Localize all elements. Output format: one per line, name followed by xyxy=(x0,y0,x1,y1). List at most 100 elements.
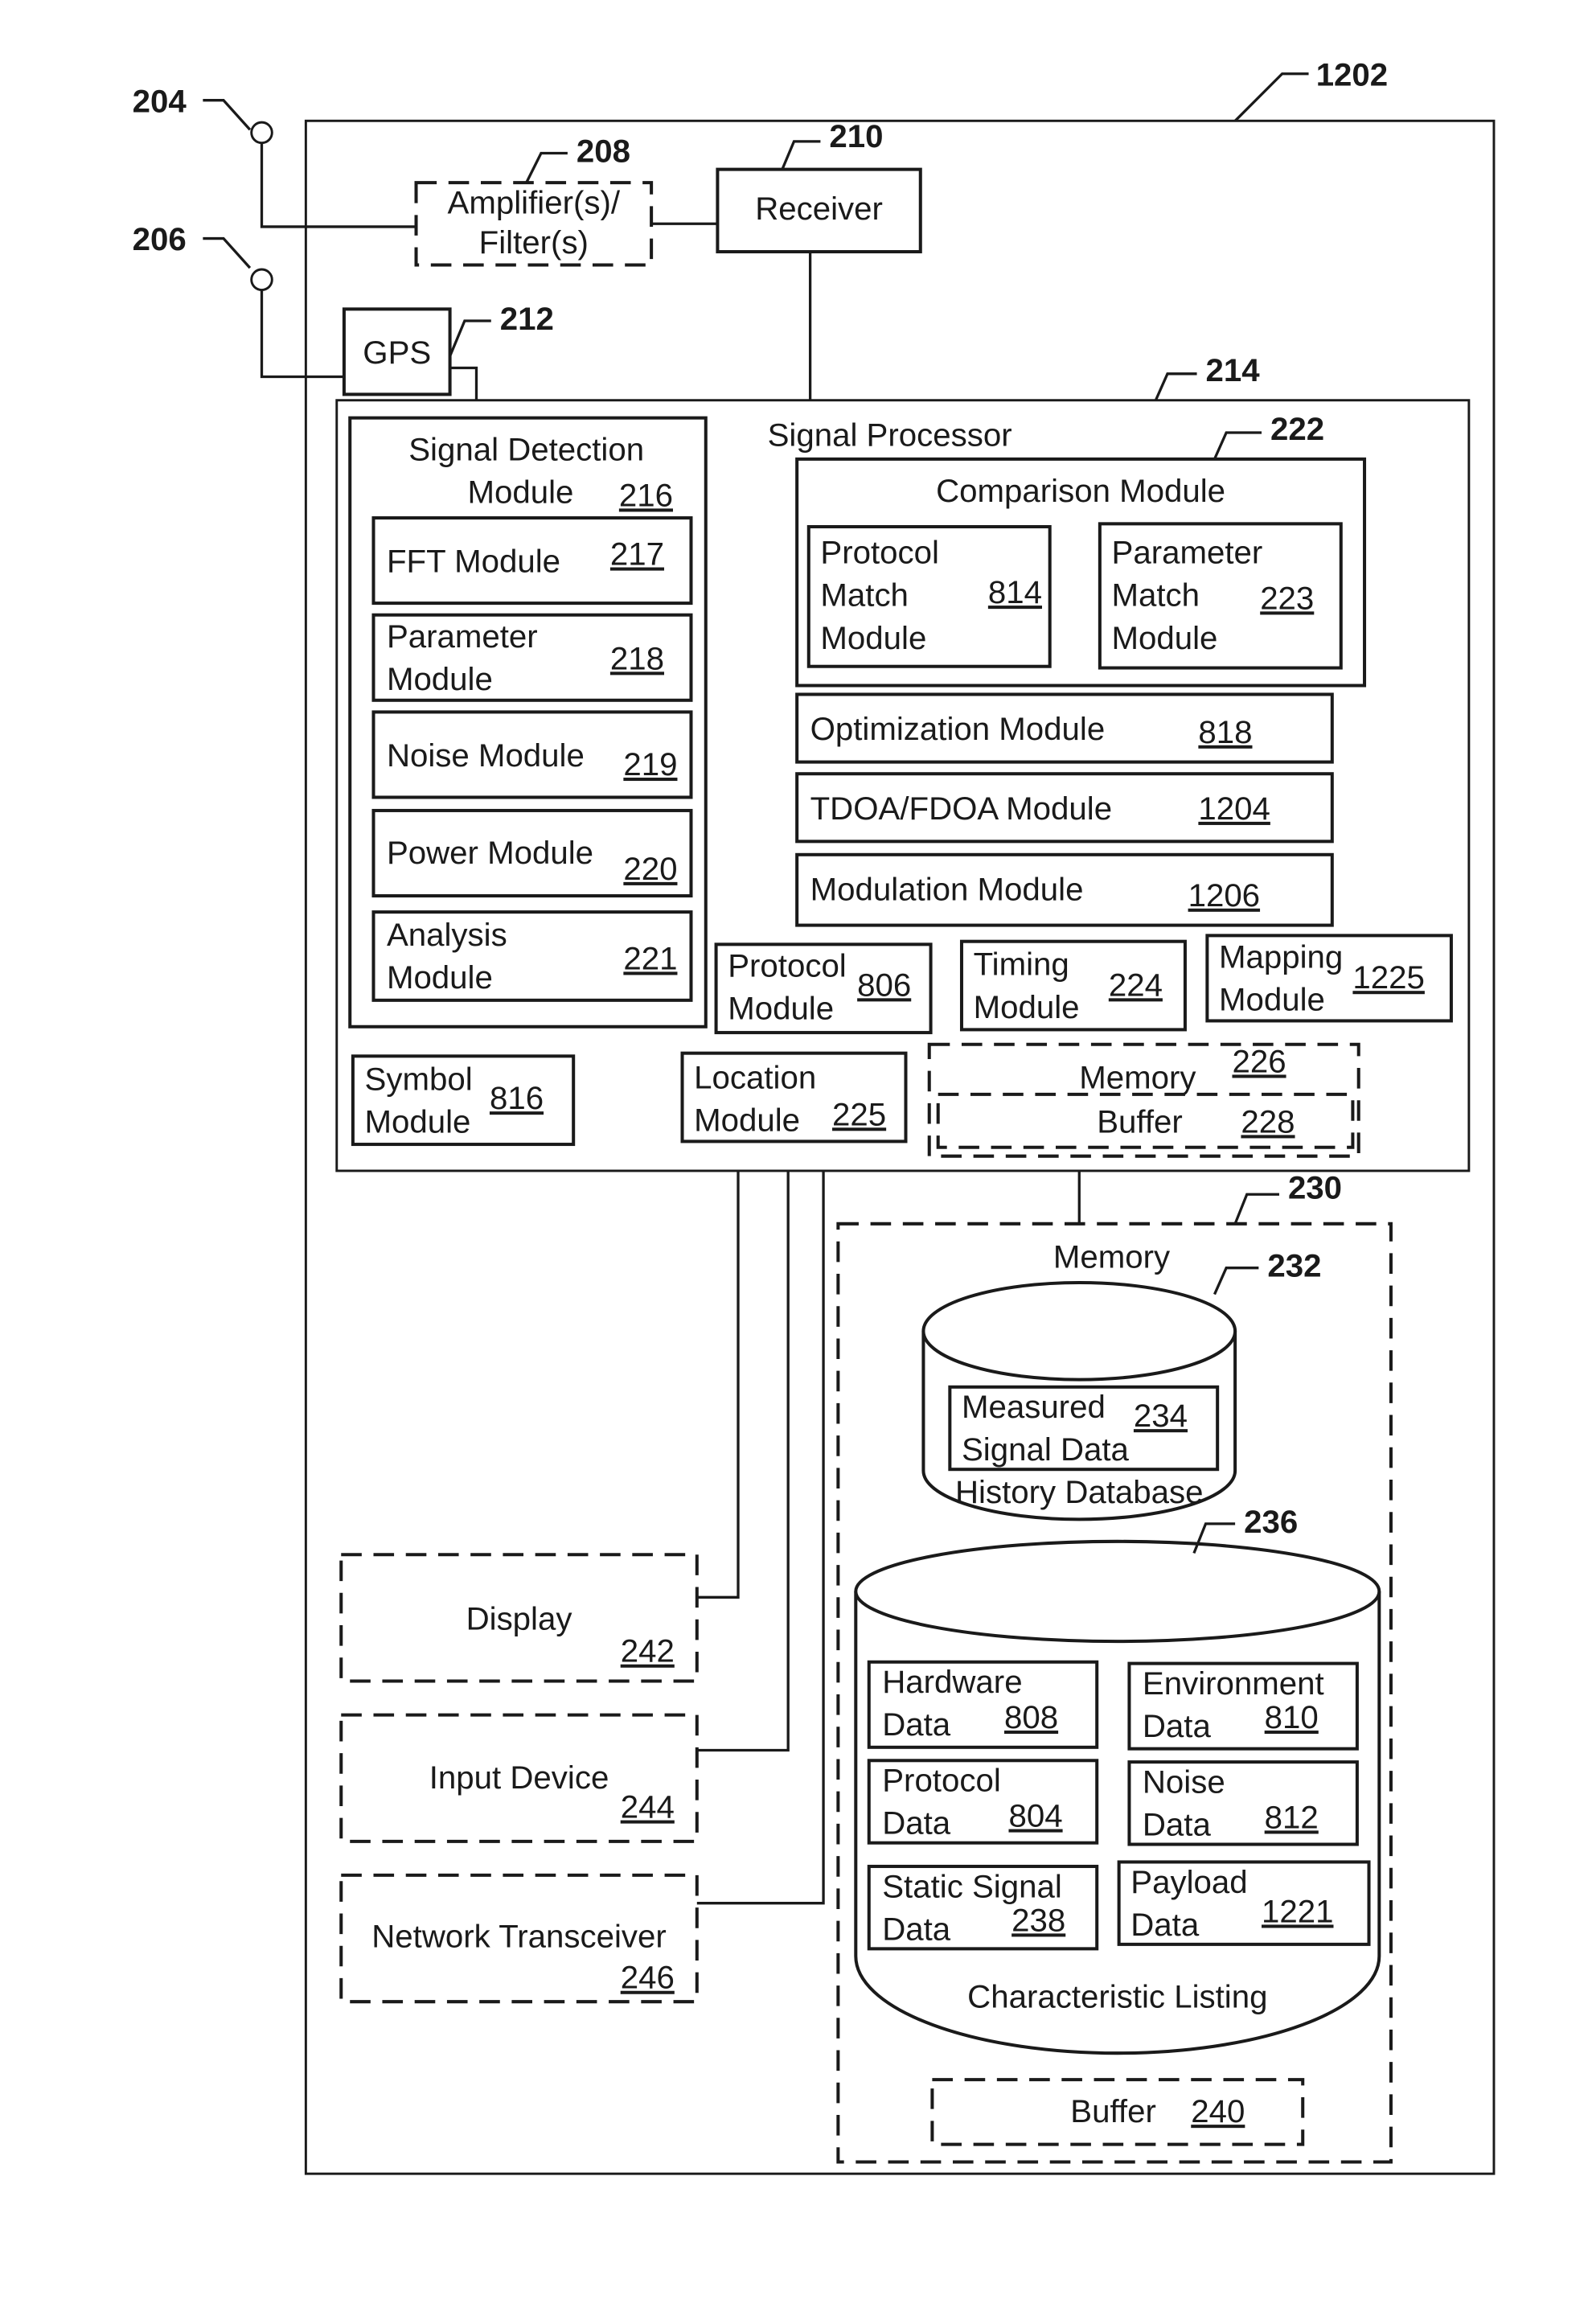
callout-230: 230 xyxy=(1288,1170,1342,1206)
parameter-match-label-2: Match xyxy=(1112,577,1200,614)
fft-module-label: FFT Module xyxy=(387,544,560,580)
payload-data-label-2: Data xyxy=(1130,1907,1200,1943)
symbol-module-label-2: Module xyxy=(365,1103,471,1139)
timing-module-ref: 224 xyxy=(1109,967,1163,1003)
protocol-module-label-2: Module xyxy=(728,991,834,1027)
protocol-data-label-2: Data xyxy=(882,1805,951,1842)
parameter-module-ref: 218 xyxy=(610,640,664,676)
modulation-module-label: Modulation Module xyxy=(810,871,1084,907)
antenna-206-wire xyxy=(260,289,344,379)
buffer-240-ref: 240 xyxy=(1191,2093,1245,2129)
antenna-204-wire xyxy=(260,142,415,228)
amplifier-leader xyxy=(525,151,568,183)
parameter-match-label-1: Parameter xyxy=(1112,535,1263,571)
amplifier-label-1: Amplifier(s)/ xyxy=(448,184,621,220)
network-transceiver-ref: 246 xyxy=(621,1960,675,1996)
amplifier-label-2: Filter(s) xyxy=(479,224,589,261)
history-db-label: History Database xyxy=(955,1474,1203,1510)
protocol-module-ref: 806 xyxy=(857,967,911,1003)
input-device-ref: 244 xyxy=(621,1789,675,1825)
timing-module-label-1: Timing xyxy=(974,946,1069,983)
receiver-leader xyxy=(781,140,821,170)
callout-1202: 1202 xyxy=(1316,56,1388,92)
power-module-label: Power Module xyxy=(387,835,593,871)
hardware-data-label-2: Data xyxy=(882,1706,951,1743)
callout-204: 204 xyxy=(133,83,187,119)
callout-236: 236 xyxy=(1244,1504,1298,1540)
callout-208: 208 xyxy=(577,133,630,169)
parameter-match-ref: 223 xyxy=(1260,580,1314,616)
gps-label: GPS xyxy=(363,335,431,371)
power-module-ref: 220 xyxy=(623,851,677,887)
antenna-206-icon xyxy=(250,268,273,292)
hardware-data-label-1: Hardware xyxy=(882,1664,1022,1700)
signal-detection-label-1: Signal Detection xyxy=(408,432,644,468)
mapping-module-label-1: Mapping xyxy=(1219,939,1343,975)
hardware-data-ref: 808 xyxy=(1004,1699,1058,1735)
analysis-module-label-1: Analysis xyxy=(387,917,507,953)
buffer-228-label: Buffer xyxy=(1097,1103,1183,1139)
protocol-module-label-1: Protocol xyxy=(728,948,847,984)
measured-signal-label-1: Measured xyxy=(962,1389,1106,1425)
protocol-match-label-3: Module xyxy=(820,620,926,656)
environment-data-ref: 810 xyxy=(1265,1699,1319,1735)
memory-230-leader xyxy=(1233,1193,1279,1225)
payload-data-label-1: Payload xyxy=(1130,1864,1247,1900)
environment-data-label-2: Data xyxy=(1143,1708,1212,1744)
location-module-label-1: Location xyxy=(694,1060,816,1096)
comparison-module-label: Comparison Module xyxy=(936,473,1225,509)
tdoa-module-label: TDOA/FDOA Module xyxy=(810,790,1112,827)
fft-module-ref: 217 xyxy=(610,536,664,573)
sp-display-wire xyxy=(696,1170,740,1599)
callout-210: 210 xyxy=(829,118,883,154)
optimization-module-label: Optimization Module xyxy=(810,711,1106,747)
callout-214: 214 xyxy=(1206,352,1261,388)
parameter-module-label-1: Parameter xyxy=(387,618,538,655)
buffer-228-ref: 228 xyxy=(1241,1103,1295,1139)
char-listing-label: Characteristic Listing xyxy=(967,1979,1267,2015)
sp-network-wire xyxy=(696,1170,825,1905)
noise-module-label: Noise Module xyxy=(387,737,585,774)
timing-module-label-2: Module xyxy=(974,989,1080,1025)
parameter-match-label-3: Module xyxy=(1112,620,1218,656)
signal-detection-ref: 216 xyxy=(619,477,673,513)
location-module-ref: 225 xyxy=(832,1096,886,1132)
signal-processor-leader xyxy=(1154,372,1197,401)
antenna-204-icon xyxy=(250,121,273,145)
block-diagram: 1202 204 206 Amplifier(s)/ Filter(s) 208… xyxy=(133,56,1496,2175)
static-signal-data-label-2: Data xyxy=(882,1911,951,1947)
comparison-leader xyxy=(1213,431,1262,460)
device-1202-leader xyxy=(1233,72,1309,122)
noise-data-ref: 812 xyxy=(1265,1799,1319,1835)
location-module-label-2: Module xyxy=(694,1102,800,1139)
measured-signal-ref: 234 xyxy=(1134,1398,1188,1434)
analysis-module-label-2: Module xyxy=(387,959,493,996)
network-transceiver-label: Network Transceiver xyxy=(371,1919,667,1955)
callout-206: 206 xyxy=(133,221,187,257)
noise-data-label-1: Noise xyxy=(1143,1764,1225,1800)
static-signal-data-label-1: Static Signal xyxy=(882,1868,1062,1904)
display-ref: 242 xyxy=(621,1633,675,1669)
memory-226-ref: 226 xyxy=(1232,1043,1286,1079)
symbol-module-label-1: Symbol xyxy=(365,1061,473,1097)
noise-data-label-2: Data xyxy=(1143,1807,1212,1843)
gps-leader xyxy=(449,319,491,357)
memory-226-label: Memory xyxy=(1079,1060,1196,1096)
protocol-data-label-1: Protocol xyxy=(882,1763,1001,1799)
protocol-match-label-1: Protocol xyxy=(820,535,939,571)
static-signal-data-ref: 238 xyxy=(1011,1902,1065,1938)
noise-module-ref: 219 xyxy=(623,746,677,782)
history-db-leader xyxy=(1213,1267,1259,1295)
protocol-data-ref: 804 xyxy=(1008,1798,1062,1834)
antenna-206-leader xyxy=(203,236,252,269)
callout-212: 212 xyxy=(500,301,554,337)
optimization-module-ref: 818 xyxy=(1198,714,1252,750)
symbol-module-ref: 816 xyxy=(490,1080,544,1116)
receiver-label: Receiver xyxy=(755,191,883,227)
callout-232: 232 xyxy=(1267,1248,1321,1284)
sp-input-wire xyxy=(696,1170,790,1752)
gps-sp-wire xyxy=(449,366,478,400)
antenna-204-leader xyxy=(203,99,252,131)
mapping-module-ref: 1225 xyxy=(1352,959,1424,996)
environment-data-label-1: Environment xyxy=(1143,1665,1324,1702)
